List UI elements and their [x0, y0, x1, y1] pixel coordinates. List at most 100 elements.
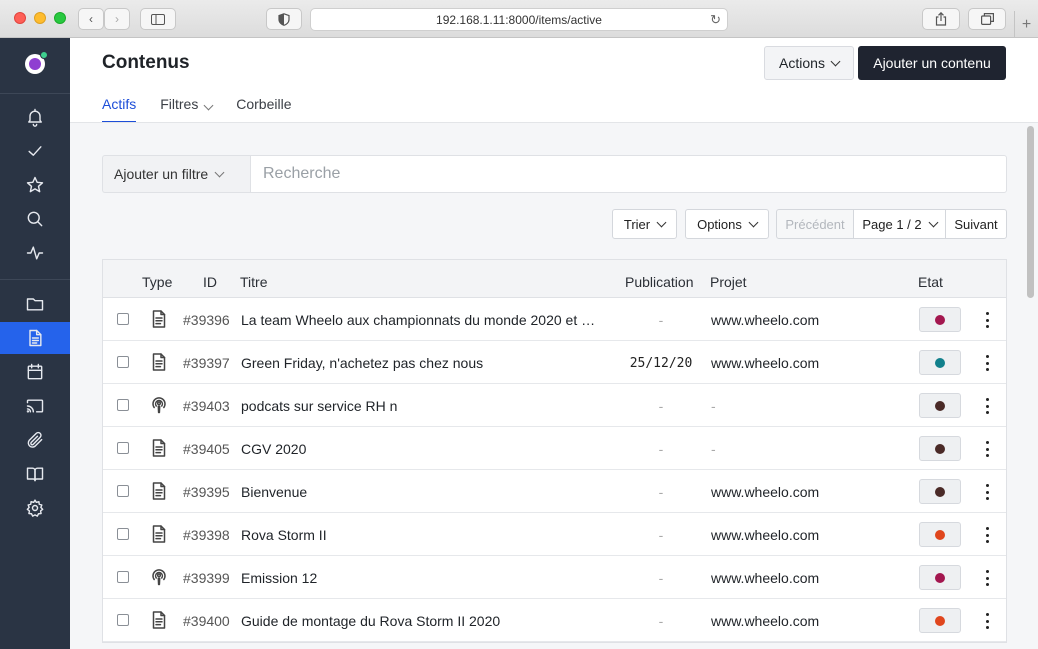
row-checkbox[interactable]	[117, 442, 129, 454]
minimize-window-button[interactable]	[34, 12, 46, 24]
app-logo[interactable]	[25, 51, 48, 74]
sidebar-item-broadcast[interactable]	[0, 390, 70, 422]
state-badge[interactable]	[919, 608, 961, 633]
sidebar-item-notifications[interactable]	[0, 101, 70, 133]
row-id[interactable]: #39400	[183, 613, 230, 629]
column-title[interactable]: Titre	[240, 274, 267, 290]
state-badge[interactable]	[919, 522, 961, 547]
forward-button[interactable]: ›	[104, 8, 130, 30]
state-badge[interactable]	[919, 436, 961, 461]
row-id[interactable]: #39405	[183, 441, 230, 457]
next-page-button[interactable]: Suivant	[945, 209, 1007, 239]
more-options-icon[interactable]	[983, 483, 991, 501]
more-options-icon[interactable]	[983, 397, 991, 415]
row-id[interactable]: #39399	[183, 570, 230, 586]
sidebar	[0, 38, 70, 649]
row-checkbox[interactable]	[117, 356, 129, 368]
tabs-overview-button[interactable]	[968, 8, 1006, 30]
add-content-button[interactable]: Ajouter un contenu	[858, 46, 1006, 80]
column-publication[interactable]: Publication	[625, 274, 694, 290]
row-title[interactable]: podcats sur service RH n	[241, 398, 617, 414]
row-title[interactable]: Guide de montage du Rova Storm II 2020	[241, 613, 617, 629]
tab-trash[interactable]: Corbeille	[236, 96, 291, 123]
state-badge[interactable]	[919, 307, 961, 332]
sidebar-toggle-button[interactable]	[140, 8, 176, 30]
share-button[interactable]	[922, 8, 960, 30]
row-project: www.wheelo.com	[711, 527, 820, 543]
column-id[interactable]: ID	[203, 274, 217, 290]
cast-icon	[26, 399, 44, 413]
sidebar-item-calendar[interactable]	[0, 356, 70, 388]
table-row[interactable]: #39403 podcats sur service RH n - -	[103, 384, 1006, 427]
address-bar[interactable]: 192.168.1.11:8000/items/active ↻	[310, 8, 728, 31]
tab-filters-label: Filtres	[160, 96, 199, 112]
row-id[interactable]: #39395	[183, 484, 230, 500]
new-tab-button[interactable]: +	[1014, 11, 1038, 38]
table-row[interactable]: #39397 Green Friday, n'achetez pas chez …	[103, 341, 1006, 384]
state-badge[interactable]	[919, 479, 961, 504]
previous-page-button[interactable]: Précédent	[776, 209, 854, 239]
search-input[interactable]	[250, 155, 1007, 193]
row-publication: -	[658, 312, 664, 328]
row-checkbox[interactable]	[117, 399, 129, 411]
table-row[interactable]: #39396 La team Wheelo aux championnats d…	[103, 298, 1006, 341]
row-title[interactable]: Bienvenue	[241, 484, 617, 500]
state-badge[interactable]	[919, 565, 961, 590]
sidebar-item-contents[interactable]	[0, 322, 70, 354]
more-options-icon[interactable]	[983, 354, 991, 372]
sidebar-item-projects[interactable]	[0, 288, 70, 320]
sort-dropdown[interactable]: Trier	[612, 209, 677, 239]
row-checkbox[interactable]	[117, 313, 129, 325]
state-badge[interactable]	[919, 350, 961, 375]
scrollbar-thumb[interactable]	[1027, 126, 1034, 298]
reload-icon[interactable]: ↻	[710, 12, 721, 28]
add-filter-button[interactable]: Ajouter un filtre	[102, 155, 250, 193]
column-type[interactable]: Type	[142, 274, 172, 290]
row-title[interactable]: La team Wheelo aux championnats du monde…	[241, 312, 617, 328]
privacy-report-button[interactable]	[266, 8, 302, 30]
page-select[interactable]: Page 1 / 2	[853, 209, 946, 239]
row-id[interactable]: #39403	[183, 398, 230, 414]
row-id[interactable]: #39397	[183, 355, 230, 371]
table-row[interactable]: #39398 Rova Storm II - www.wheelo.com	[103, 513, 1006, 556]
sidebar-item-attachments[interactable]	[0, 424, 70, 456]
scrollbar[interactable]	[1025, 124, 1035, 649]
sidebar-item-activity[interactable]	[0, 237, 70, 269]
tab-active[interactable]: Actifs	[102, 96, 137, 123]
options-dropdown[interactable]: Options	[685, 209, 769, 239]
sidebar-item-docs[interactable]	[0, 458, 70, 490]
row-id[interactable]: #39396	[183, 312, 230, 328]
back-button[interactable]: ‹	[78, 8, 104, 30]
more-options-icon[interactable]	[983, 526, 991, 544]
sidebar-item-settings[interactable]	[0, 492, 70, 524]
more-options-icon[interactable]	[983, 612, 991, 630]
more-options-icon[interactable]	[983, 311, 991, 329]
more-options-icon[interactable]	[983, 440, 991, 458]
row-id[interactable]: #39398	[183, 527, 230, 543]
table-row[interactable]: #39405 CGV 2020 - -	[103, 427, 1006, 470]
sidebar-item-favorites[interactable]	[0, 169, 70, 201]
row-checkbox[interactable]	[117, 485, 129, 497]
row-checkbox[interactable]	[117, 528, 129, 540]
row-checkbox[interactable]	[117, 614, 129, 626]
table-row[interactable]: #39399 Emission 12 - www.wheelo.com	[103, 556, 1006, 599]
column-project[interactable]: Projet	[710, 274, 747, 290]
maximize-window-button[interactable]	[54, 12, 66, 24]
row-title[interactable]: Emission 12	[241, 570, 617, 586]
sidebar-item-tasks[interactable]	[0, 135, 70, 167]
actions-dropdown[interactable]: Actions	[764, 46, 854, 80]
row-checkbox[interactable]	[117, 571, 129, 583]
table-row[interactable]: #39400 Guide de montage du Rova Storm II…	[103, 599, 1006, 642]
table-row[interactable]: #39395 Bienvenue - www.wheelo.com	[103, 470, 1006, 513]
more-options-icon[interactable]	[983, 569, 991, 587]
tab-filters[interactable]: Filtres	[160, 96, 214, 123]
document-icon	[29, 329, 42, 347]
row-title[interactable]: CGV 2020	[241, 441, 617, 457]
close-window-button[interactable]	[14, 12, 26, 24]
state-dot	[935, 314, 945, 325]
row-title[interactable]: Green Friday, n'achetez pas chez nous	[241, 355, 617, 371]
row-title[interactable]: Rova Storm II	[241, 527, 617, 543]
sidebar-item-search[interactable]	[0, 203, 70, 235]
state-badge[interactable]	[919, 393, 961, 418]
column-state[interactable]: Etat	[918, 274, 943, 290]
